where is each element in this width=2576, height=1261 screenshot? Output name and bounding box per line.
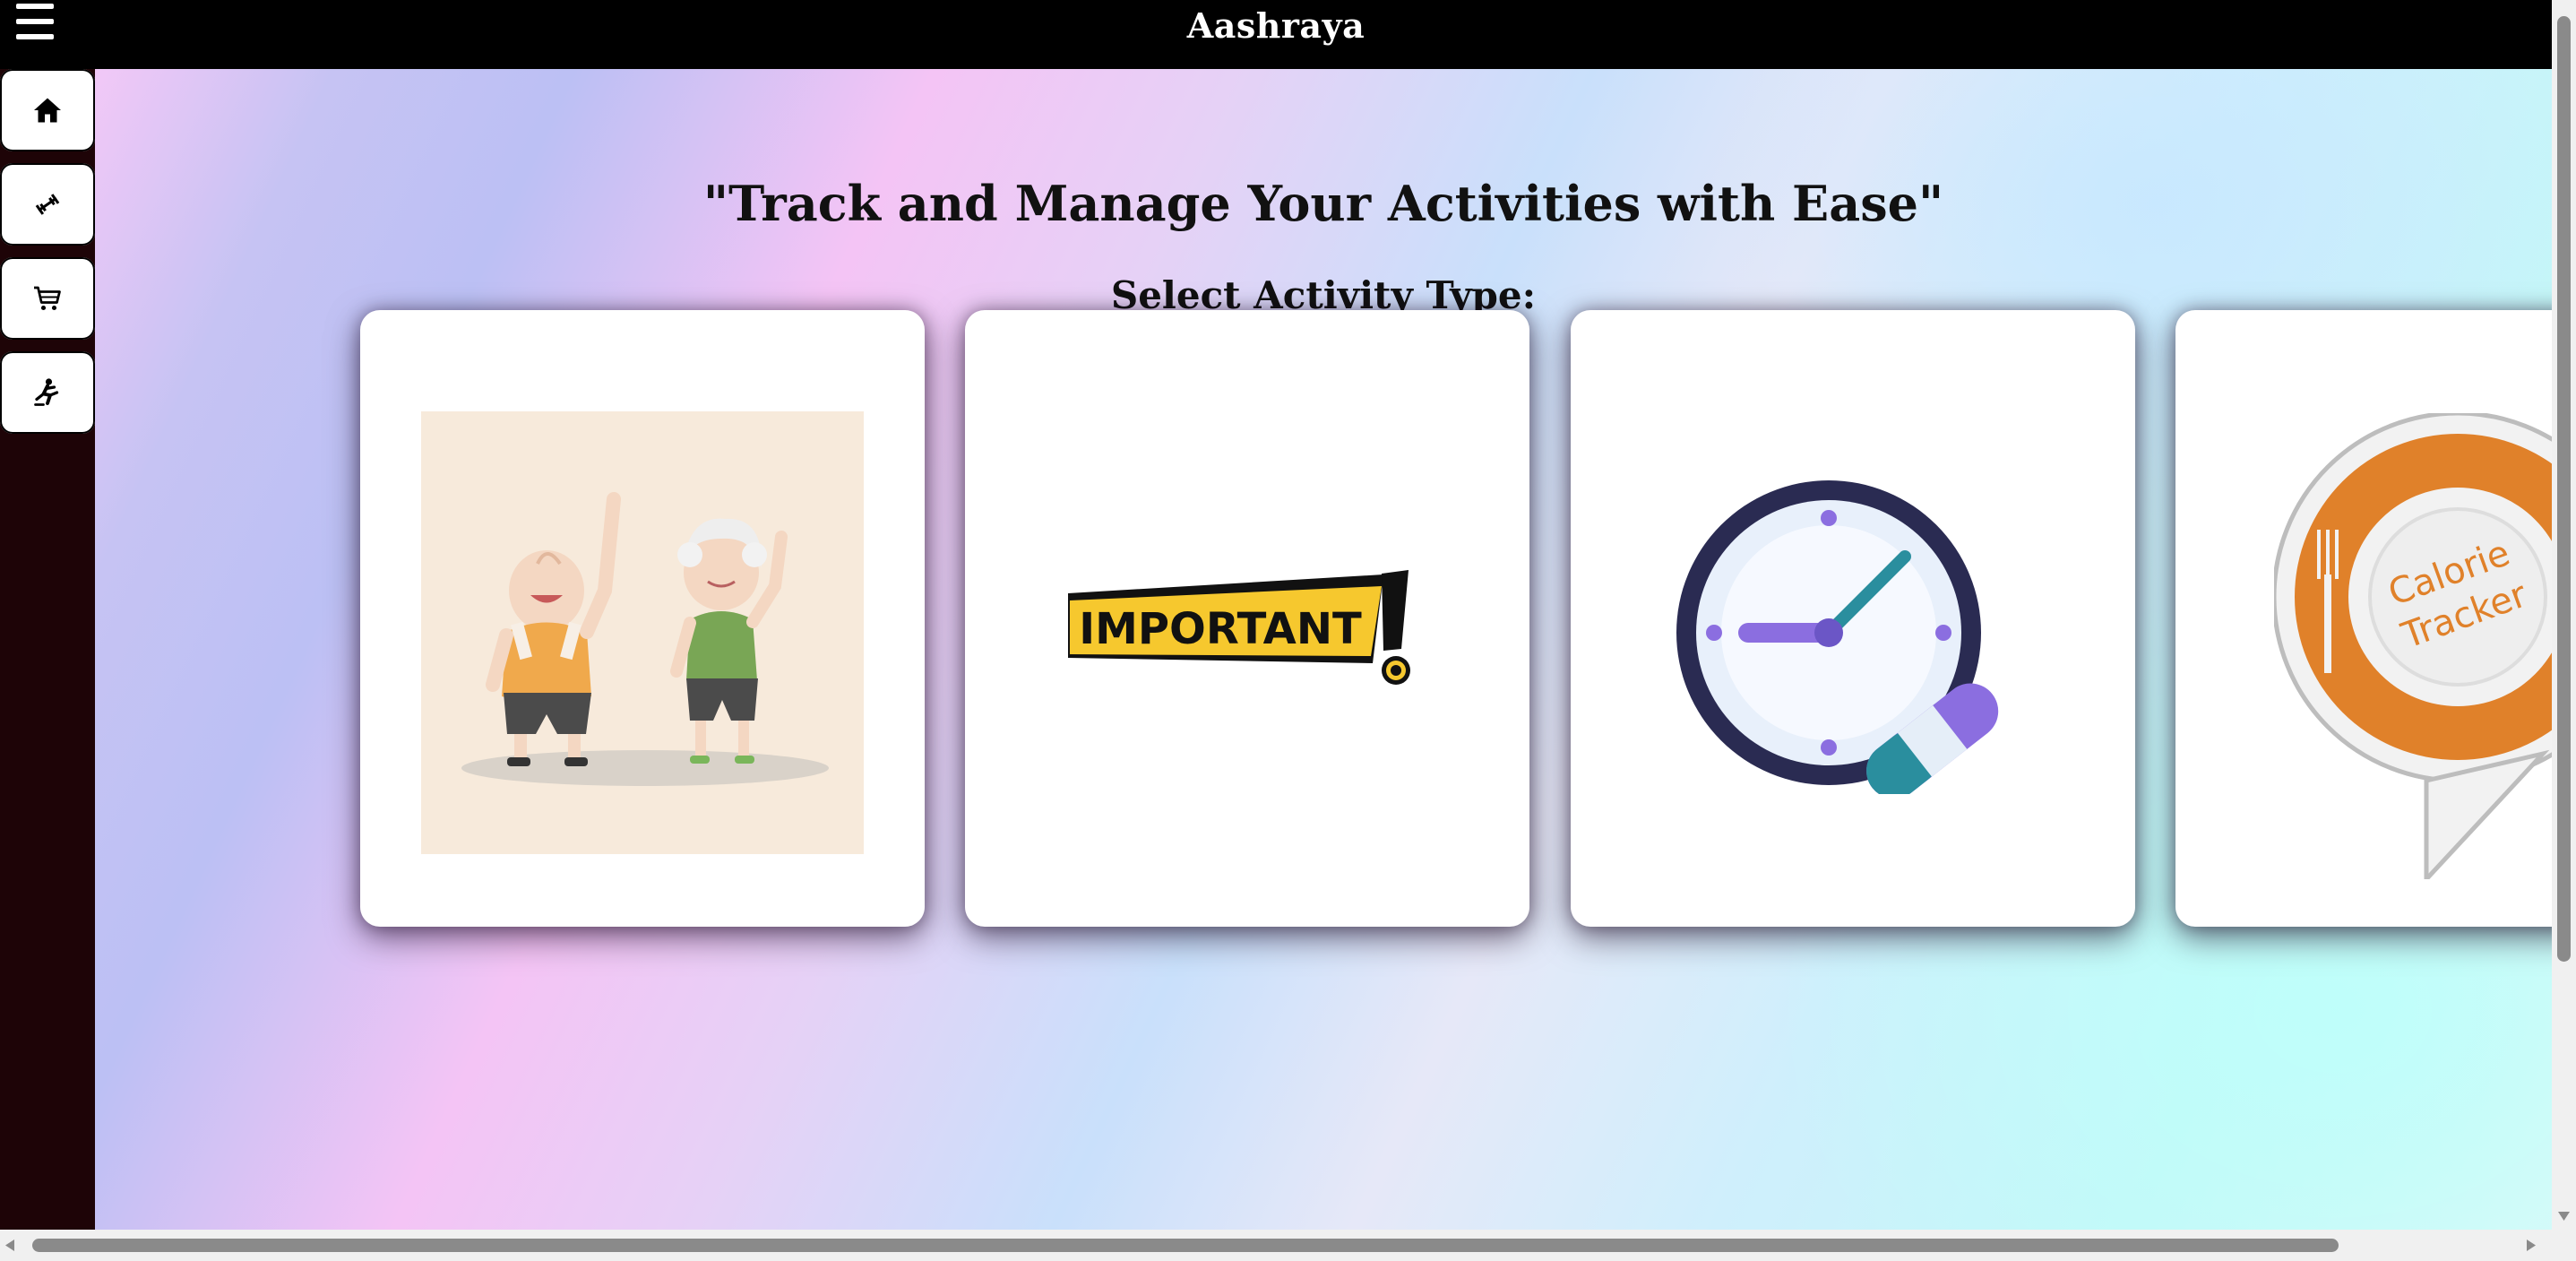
dumbbell-icon [35,194,60,215]
sidebar [0,69,95,1230]
horizontal-scroll-thumb[interactable] [32,1239,2339,1252]
activity-card-calorie[interactable]: Calorie Tracker [2175,310,2552,927]
sidebar-item-activity[interactable] [0,351,95,434]
page-headline: "Track and Manage Your Activities with E… [702,175,1944,232]
scroll-right-arrow-icon[interactable] [2525,1239,2537,1252]
top-app-bar: Aashraya [0,0,2552,69]
important-text: IMPORTANT [1079,604,1362,654]
vertical-scrollbar[interactable] [2552,0,2576,1230]
activity-card-important[interactable]: IMPORTANT [965,310,1529,927]
calorie-tracker-logo: Calorie Tracker [2274,413,2552,879]
sidebar-item-shop[interactable] [0,257,95,340]
medication-clock-illustration [1676,480,1999,794]
horizontal-scrollbar[interactable] [0,1230,2576,1261]
activity-card-medication[interactable] [1571,310,2135,927]
cart-icon [34,286,61,311]
home-icon [34,98,61,123]
sidebar-item-home[interactable] [0,69,95,151]
activity-card-exercise[interactable] [360,310,925,927]
scroll-down-arrow-icon[interactable] [2557,1210,2571,1222]
important-banner: IMPORTANT [1068,570,1410,685]
vertical-scroll-thumb[interactable] [2557,16,2571,962]
sidebar-item-fitness[interactable] [0,163,95,246]
person-activity-icon [34,378,59,406]
app-title: Aashraya [1186,5,1366,46]
scroll-left-arrow-icon[interactable] [4,1239,16,1252]
exercise-seniors-illustration [421,411,864,854]
main-content: "Track and Manage Your Activities with E… [95,69,2552,1230]
